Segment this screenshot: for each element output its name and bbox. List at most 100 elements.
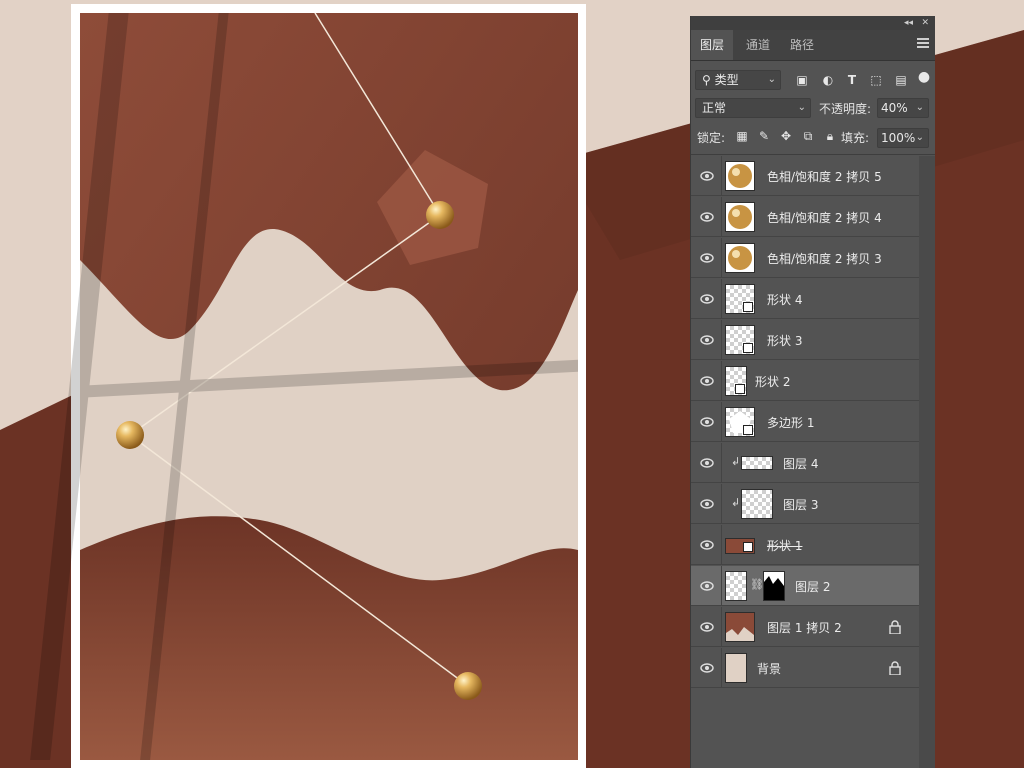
visibility-eye-icon[interactable] bbox=[699, 497, 715, 511]
lock-icon bbox=[889, 661, 901, 675]
visibility-eye-icon[interactable] bbox=[699, 374, 715, 388]
mask-shape-icon bbox=[764, 572, 784, 586]
visibility-eye-icon[interactable] bbox=[699, 538, 715, 552]
visibility-eye-icon[interactable] bbox=[699, 251, 715, 265]
layer-row[interactable]: 色相/饱和度 2 拷贝 5 bbox=[691, 156, 919, 196]
chevron-down-icon: ⌄ bbox=[915, 102, 924, 113]
visibility-eye-icon[interactable] bbox=[699, 620, 715, 634]
lock-all-icon[interactable]: 🔒︎ bbox=[823, 129, 837, 143]
vector-mask-icon bbox=[743, 542, 753, 552]
layer-name: 色相/饱和度 2 拷贝 3 bbox=[767, 252, 882, 266]
layer-name: 图层 4 bbox=[783, 457, 819, 471]
layer-row[interactable]: 色相/饱和度 2 拷贝 4 bbox=[691, 197, 919, 237]
layer-thumbnail bbox=[725, 571, 747, 601]
visibility-eye-icon[interactable] bbox=[699, 210, 715, 224]
vector-mask-icon bbox=[743, 302, 753, 312]
layer-name: 图层 3 bbox=[783, 498, 819, 512]
lock-transparent-icon[interactable]: ▦ bbox=[735, 129, 749, 143]
pearl-icon bbox=[728, 164, 752, 188]
adjustment-filter-icon[interactable]: ◐ bbox=[821, 73, 835, 87]
layer-row[interactable]: ↲ 图层 4 bbox=[691, 443, 919, 483]
layer-thumbnail bbox=[725, 407, 755, 437]
layer-thumbnail bbox=[725, 612, 755, 642]
filter-toggle-icon[interactable]: ● bbox=[917, 70, 931, 84]
close-icon[interactable]: ✕ bbox=[921, 16, 929, 30]
layer-name: 背景 bbox=[757, 662, 782, 676]
type-filter-icon[interactable]: T bbox=[845, 73, 859, 87]
layer-thumbnail bbox=[725, 538, 755, 554]
blend-mode-select[interactable]: 正常 ⌄ bbox=[695, 98, 811, 118]
clipping-arrow-icon: ↲ bbox=[731, 455, 741, 468]
blend-mode-label: 正常 bbox=[702, 101, 727, 115]
layer-thumbnail bbox=[725, 284, 755, 314]
fill-input[interactable]: 100% ⌄ bbox=[877, 128, 929, 148]
visibility-eye-icon[interactable] bbox=[699, 456, 715, 470]
layer-row[interactable]: 背景 bbox=[691, 648, 919, 688]
vector-mask-icon bbox=[743, 343, 753, 353]
chevron-down-icon: ⌄ bbox=[915, 132, 924, 143]
pearl-icon bbox=[728, 205, 752, 229]
layer-row[interactable]: 图层 1 拷贝 2 bbox=[691, 607, 919, 647]
layer-row[interactable]: 形状 1 bbox=[691, 525, 919, 565]
opacity-input[interactable]: 40% ⌄ bbox=[877, 98, 929, 118]
shape-filter-icon[interactable]: ⬚ bbox=[869, 73, 883, 87]
layer-thumbnail bbox=[725, 653, 747, 683]
lock-icon bbox=[889, 620, 901, 634]
smart-object-filter-icon[interactable]: ▤ bbox=[894, 73, 908, 87]
layer-name: 色相/饱和度 2 拷贝 5 bbox=[767, 170, 882, 184]
visibility-eye-icon[interactable] bbox=[699, 661, 715, 675]
pearl-icon bbox=[728, 246, 752, 270]
layer-row-selected[interactable]: ⛓ 图层 2 bbox=[691, 566, 919, 606]
clipping-arrow-icon: ↲ bbox=[731, 496, 741, 509]
opacity-label: 不透明度: bbox=[819, 102, 872, 116]
layer-row[interactable]: 色相/饱和度 2 拷贝 3 bbox=[691, 238, 919, 278]
link-icon[interactable]: ⛓ bbox=[750, 578, 764, 591]
layer-name: 图层 2 bbox=[795, 580, 831, 594]
chevron-down-icon: ⌄ bbox=[767, 74, 776, 85]
layer-name: 图层 1 拷贝 2 bbox=[767, 621, 842, 635]
layers-scrollbar[interactable] bbox=[919, 156, 935, 768]
blend-row: 正常 ⌄ 不透明度: 40% ⌄ bbox=[691, 96, 935, 122]
layer-thumbnail bbox=[725, 366, 747, 396]
tab-channels[interactable]: 通道 bbox=[737, 30, 779, 60]
fill-label: 填充: bbox=[841, 131, 870, 145]
layer-name: 色相/饱和度 2 拷贝 4 bbox=[767, 211, 882, 225]
lock-image-icon[interactable]: ✎ bbox=[757, 129, 771, 143]
filter-kind-label: 类型 bbox=[714, 73, 739, 87]
divider bbox=[691, 154, 935, 155]
layer-name: 形状 1 bbox=[767, 539, 803, 553]
layer-row[interactable]: 形状 2 bbox=[691, 361, 919, 401]
panel-menu-icon[interactable] bbox=[917, 38, 929, 50]
layer-thumbnail bbox=[725, 161, 755, 191]
layer-mask-thumbnail[interactable] bbox=[763, 571, 785, 601]
visibility-eye-icon[interactable] bbox=[699, 169, 715, 183]
layer-row[interactable]: 形状 3 bbox=[691, 320, 919, 360]
vector-mask-icon bbox=[743, 425, 753, 435]
layer-name: 形状 4 bbox=[767, 293, 803, 307]
visibility-eye-icon[interactable] bbox=[699, 579, 715, 593]
visibility-eye-icon[interactable] bbox=[699, 333, 715, 347]
filter-row: ⚲ 类型 ⌄ ▣ ◐ T ⬚ ▤ ● bbox=[691, 68, 935, 94]
layer-row[interactable]: ↲ 图层 3 bbox=[691, 484, 919, 524]
lock-row: 锁定: ▦ ✎ ✥ ⧉ 🔒︎ 填充: 100% ⌄ bbox=[691, 124, 935, 152]
pixel-filter-icon[interactable]: ▣ bbox=[795, 73, 809, 87]
lock-position-icon[interactable]: ✥ bbox=[779, 129, 793, 143]
layer-name: 形状 2 bbox=[755, 375, 791, 389]
visibility-eye-icon[interactable] bbox=[699, 415, 715, 429]
layer-name: 多边形 1 bbox=[767, 416, 815, 430]
layer-thumbnail bbox=[725, 243, 755, 273]
layer-row[interactable]: 多边形 1 bbox=[691, 402, 919, 442]
tab-paths[interactable]: 路径 bbox=[781, 30, 823, 60]
layer-thumbnail bbox=[725, 202, 755, 232]
layer-thumbnail bbox=[725, 325, 755, 355]
tab-layers[interactable]: 图层 bbox=[691, 30, 734, 60]
collapse-icon[interactable]: ◂◂ bbox=[904, 16, 913, 30]
layer-row[interactable]: 形状 4 bbox=[691, 279, 919, 319]
visibility-eye-icon[interactable] bbox=[699, 292, 715, 306]
search-icon: ⚲ bbox=[702, 73, 711, 87]
vector-mask-icon bbox=[735, 384, 745, 394]
artboard-lock-icon[interactable]: ⧉ bbox=[801, 129, 815, 143]
mountain-shape-icon bbox=[726, 627, 754, 641]
filter-kind-select[interactable]: ⚲ 类型 ⌄ bbox=[695, 70, 781, 90]
lock-label: 锁定: bbox=[697, 131, 726, 145]
